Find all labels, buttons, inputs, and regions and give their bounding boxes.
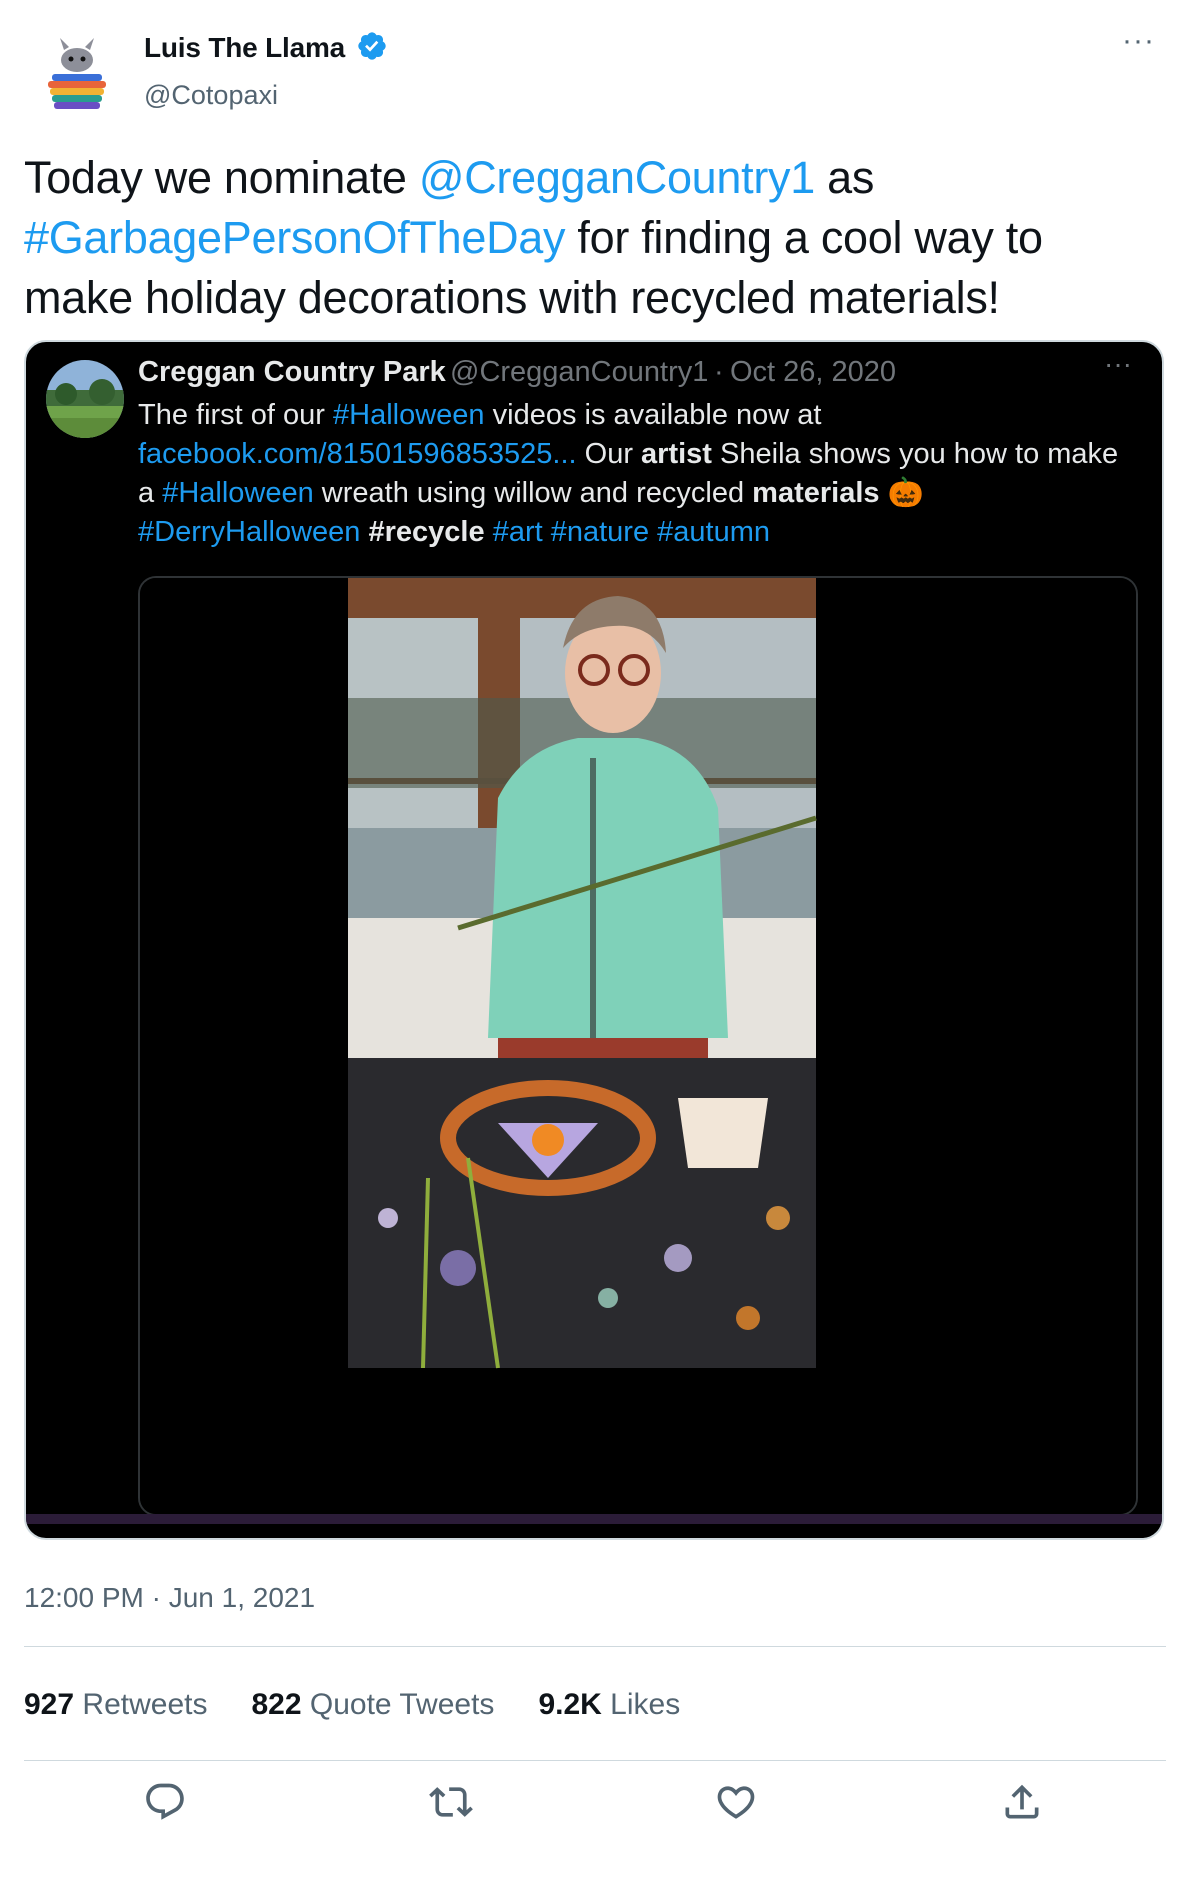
verified-badge-icon [356, 30, 388, 62]
hashtag-link[interactable]: #autumn [657, 516, 770, 548]
hashtag-link[interactable]: #art [493, 516, 543, 548]
hashtag-link[interactable]: #Halloween [162, 477, 314, 509]
quoted-tweet-card[interactable]: Creggan Country Park @CregganCountry1 · … [24, 340, 1164, 1540]
quote-tweets-stat[interactable]: 822 Quote Tweets [251, 1688, 494, 1721]
engagement-stats: 927 Retweets 822 Quote Tweets 9.2K Likes [24, 1688, 724, 1722]
video-frame [140, 578, 1136, 1514]
mention-link[interactable]: @CregganCountry1 [419, 152, 815, 203]
author-name[interactable]: Luis The Llama [144, 32, 345, 64]
quoted-text-part: videos is available now at [484, 399, 822, 431]
quoted-author-name[interactable]: Creggan Country Park [138, 356, 446, 389]
reply-icon[interactable] [143, 1780, 193, 1830]
quoted-more-icon[interactable]: ··· [1104, 348, 1132, 380]
hashtag-link[interactable]: #GarbagePersonOfTheDay [24, 212, 566, 263]
hashtag-link[interactable]: #recycle [369, 516, 485, 548]
video-player[interactable] [138, 576, 1138, 1516]
divider [24, 1760, 1166, 1761]
retweets-stat[interactable]: 927 Retweets [24, 1688, 207, 1721]
author-handle[interactable]: @Cotopaxi [144, 80, 278, 111]
retweets-label: Retweets [82, 1688, 208, 1721]
quoted-text: The first of our #Halloween videos is av… [138, 396, 1138, 552]
url-link[interactable]: facebook.com/81501596853525... [138, 438, 577, 470]
pumpkin-emoji-icon: 🎃 [887, 477, 924, 509]
quoted-text-part: Our [576, 438, 642, 470]
quoted-text-part: wreath using willow and recycled [313, 477, 753, 509]
hashtag-link[interactable]: #Halloween [333, 399, 485, 431]
retweet-icon[interactable] [429, 1780, 479, 1830]
quoted-separator: · [714, 356, 724, 388]
bold-text: materials [752, 477, 880, 509]
tweet-text-part: as [814, 152, 875, 203]
quoted-avatar[interactable] [46, 360, 124, 438]
quoted-text-part: The first of our [138, 399, 334, 431]
hashtag-link[interactable]: #nature [551, 516, 649, 548]
video-progress-bar[interactable] [26, 1514, 1162, 1524]
quoted-date[interactable]: Oct 26, 2020 [730, 356, 896, 389]
like-icon[interactable] [714, 1780, 764, 1830]
quote-tweets-count: 822 [251, 1688, 302, 1721]
tweet-text: Today we nominate @CregganCountry1 as #G… [24, 148, 1154, 328]
quoted-author-handle[interactable]: @CregganCountry1 [450, 356, 708, 389]
author-avatar[interactable] [34, 34, 120, 120]
likes-count: 9.2K [538, 1688, 602, 1721]
bold-text: artist [641, 438, 712, 470]
tweet-timestamp[interactable]: 12:00 PM · Jun 1, 2021 [24, 1582, 315, 1614]
retweets-count: 927 [24, 1688, 75, 1721]
likes-stat[interactable]: 9.2K Likes [538, 1688, 680, 1721]
divider [24, 1646, 1166, 1647]
share-icon[interactable] [1000, 1780, 1050, 1830]
likes-label: Likes [610, 1688, 681, 1721]
hashtag-link[interactable]: #DerryHalloween [138, 516, 360, 548]
quote-tweets-label: Quote Tweets [309, 1688, 495, 1721]
more-options-icon[interactable]: ··· [1122, 24, 1155, 58]
tweet-text-part: Today we nominate [24, 152, 419, 203]
